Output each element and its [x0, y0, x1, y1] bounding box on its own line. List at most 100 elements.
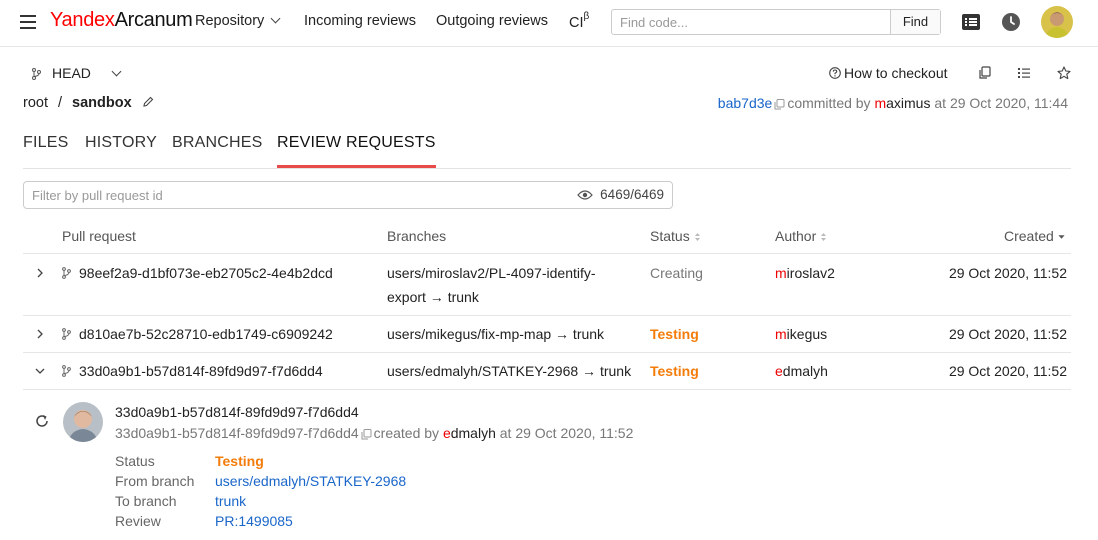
to-branch-link[interactable]: trunk	[215, 493, 246, 509]
nav-outgoing-reviews[interactable]: Outgoing reviews	[436, 13, 548, 29]
detail-title: 33d0a9b1-b57d814f-89fd9d97-f7d6dd4	[115, 404, 359, 420]
breadcrumb-separator: /	[58, 95, 63, 111]
author-name: ikegus	[786, 326, 828, 342]
nav-incoming-reviews[interactable]: Incoming reviews	[304, 13, 416, 29]
nav-ci-beta: β	[583, 11, 590, 22]
logo[interactable]: YandexArcanum	[50, 9, 193, 32]
sort-icon	[821, 233, 827, 242]
pr-author[interactable]: mikegus	[775, 326, 827, 342]
review-label: Review	[115, 513, 161, 529]
list-icon[interactable]	[961, 12, 981, 32]
chevron-right-icon[interactable]	[35, 329, 45, 339]
detail-created-at: at 29 Oct 2020, 11:52	[499, 425, 634, 441]
row-divider	[23, 352, 1071, 353]
author-initial: e	[775, 363, 783, 379]
tab-review-requests[interactable]: REVIEW REQUESTS	[277, 134, 436, 168]
row-divider	[23, 315, 1071, 316]
branch-selector[interactable]: HEAD	[31, 65, 122, 81]
find-button[interactable]: Find	[890, 10, 940, 34]
copy-icon[interactable]	[774, 98, 785, 110]
pr-id[interactable]: 33d0a9b1-b57d814f-89fd9d97-f7d6dd4	[79, 363, 323, 379]
branch-icon	[32, 68, 41, 80]
pr-id[interactable]: 98eef2a9-d1bf073e-eb2705c2-4e4b2dcd	[79, 265, 333, 281]
from-branch-link[interactable]: users/edmalyh/STATKEY-2968	[215, 473, 406, 489]
column-branches: Branches	[387, 228, 447, 244]
detail-author-link[interactable]: edmalyh	[443, 425, 496, 441]
column-created[interactable]: Created	[1004, 228, 1065, 244]
clock-icon[interactable]	[1001, 12, 1021, 32]
nav-repository-label: Repository	[195, 13, 265, 29]
row-divider	[23, 253, 1071, 254]
breadcrumb-root[interactable]: root	[23, 95, 48, 111]
pr-filter-input[interactable]	[24, 182, 564, 208]
status-label: Status	[115, 453, 155, 469]
pr-status: Creating	[650, 265, 703, 281]
avatar[interactable]	[1041, 6, 1073, 38]
pr-filter: 6469/6469	[23, 181, 673, 209]
pr-branches: users/miroslav2/PL-4097-identify-export …	[387, 265, 596, 305]
status-value: Testing	[215, 453, 264, 469]
eye-icon[interactable]	[577, 189, 593, 201]
refresh-icon[interactable]	[34, 413, 50, 429]
author-initial: m	[775, 326, 787, 342]
nav-ci[interactable]: CIβ	[569, 11, 590, 31]
pr-author[interactable]: miroslav2	[775, 265, 835, 281]
author-initial: m	[775, 265, 787, 281]
pr-created: 29 Oct 2020, 11:52	[948, 363, 1067, 379]
pencil-icon[interactable]	[142, 96, 154, 108]
pr-id[interactable]: d810ae7b-52c28710-edb1749-c6909242	[79, 326, 333, 342]
menu-icon[interactable]	[20, 15, 36, 29]
code-search: Find	[611, 9, 941, 35]
list-view-icon[interactable]	[1017, 66, 1031, 80]
detail-subtitle: 33d0a9b1-b57d814f-89fd9d97-f7d6dd4 create…	[115, 425, 633, 441]
author-initial: e	[442, 425, 451, 441]
chevron-right-icon[interactable]	[35, 268, 45, 278]
copy-icon[interactable]	[978, 66, 992, 80]
commit-hash-link[interactable]: bab7d3e	[718, 95, 773, 111]
tab-history[interactable]: HISTORY	[85, 134, 157, 152]
committer-link[interactable]: maximus	[874, 95, 930, 111]
branch-icon	[62, 328, 71, 340]
chevron-down-icon[interactable]	[35, 366, 45, 376]
tab-files[interactable]: FILES	[23, 134, 68, 152]
review-link[interactable]: PR:1499085	[215, 513, 293, 529]
breadcrumb-current: sandbox	[72, 95, 132, 111]
pr-created: 29 Oct 2020, 11:52	[948, 265, 1067, 281]
logo-product: Arcanum	[114, 9, 193, 31]
nav-repository[interactable]: Repository	[195, 13, 281, 29]
created-by-label: created by	[373, 425, 440, 441]
avatar[interactable]	[63, 402, 103, 442]
chevron-down-icon	[111, 66, 122, 77]
tab-branches[interactable]: BRANCHES	[172, 134, 263, 152]
from-branch-label: From branch	[115, 473, 195, 489]
column-status[interactable]: Status	[650, 228, 701, 244]
repo-tabs: FILES HISTORY BRANCHES REVIEW REQUESTS	[23, 134, 1071, 169]
row-divider	[23, 389, 1071, 390]
pr-author[interactable]: edmalyh	[775, 363, 828, 379]
branch-icon	[62, 267, 71, 279]
sort-icon	[694, 233, 700, 242]
pr-status: Testing	[650, 326, 699, 342]
pr-branches: users/mikegus/fix-mp-map → trunk	[387, 326, 605, 342]
column-author[interactable]: Author	[775, 228, 827, 244]
author-name: iroslav2	[786, 265, 835, 281]
how-to-checkout-label: How to checkout	[844, 65, 948, 81]
commit-info: bab7d3e committed by maximus at 29 Oct 20…	[718, 95, 1068, 111]
commit-time: at 29 Oct 2020, 11:44	[934, 95, 1068, 111]
pr-count: 6469/6469	[600, 187, 664, 202]
breadcrumb: root / sandbox	[23, 95, 154, 111]
pr-created: 29 Oct 2020, 11:52	[948, 326, 1067, 342]
sort-desc-icon	[1058, 235, 1065, 240]
copy-icon[interactable]	[361, 428, 372, 440]
pr-branches: users/edmalyh/STATKEY-2968 → trunk	[387, 363, 632, 379]
committer-initial: m	[874, 95, 887, 111]
detail-id: 33d0a9b1-b57d814f-89fd9d97-f7d6dd4	[115, 425, 359, 441]
search-input[interactable]	[612, 10, 890, 34]
star-icon[interactable]	[1057, 66, 1071, 80]
logo-brand: Yandex	[50, 9, 115, 31]
how-to-checkout-link[interactable]: How to checkout	[829, 65, 948, 81]
committer-name: aximus	[886, 95, 931, 111]
column-status-label: Status	[650, 228, 690, 244]
column-pull-request: Pull request	[62, 228, 136, 244]
column-created-label: Created	[1004, 228, 1054, 244]
